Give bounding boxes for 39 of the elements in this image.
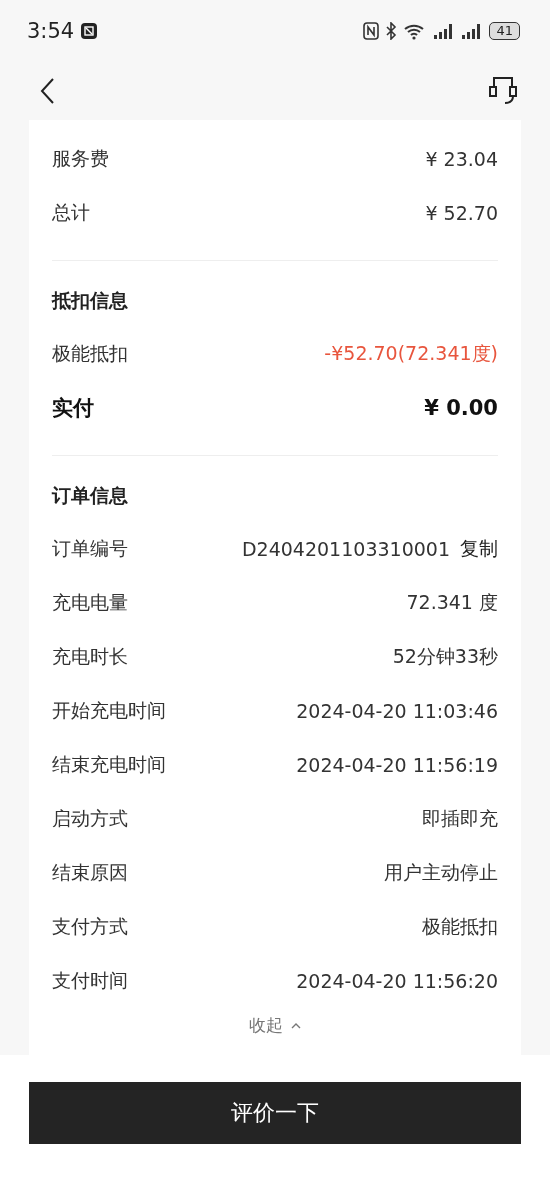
row-label: 总计 xyxy=(52,200,90,225)
section-title: 订单信息 xyxy=(52,483,129,508)
row-value: 极能抵扣 xyxy=(422,914,498,939)
row-value: ¥ 0.00 xyxy=(424,396,498,420)
row-label: 订单编号 xyxy=(52,536,128,561)
caret-icon xyxy=(291,1021,301,1030)
row-label: 支付时间 xyxy=(52,968,128,993)
row-label: 启动方式 xyxy=(52,806,128,831)
row-label: 实付 xyxy=(52,395,94,422)
row-label: 服务费 xyxy=(52,146,109,171)
row-value: 2024-04-20 11:56:19 xyxy=(296,754,498,776)
row-value: 2024-04-20 11:03:46 xyxy=(296,700,498,722)
row-value: ¥ 52.70 xyxy=(425,202,498,224)
row-value: ¥ 23.04 xyxy=(425,148,498,170)
row-label: 支付方式 xyxy=(52,914,128,939)
row-value: 即插即充 xyxy=(422,806,498,831)
row-value: 72.341 度 xyxy=(406,590,498,615)
review-button[interactable]: 评价一下 xyxy=(29,1082,521,1144)
headset-icon[interactable] xyxy=(488,75,518,107)
row-value: D2404201103310001 xyxy=(241,538,450,560)
row-label: 极能抵扣 xyxy=(52,341,128,366)
row-label: 开始充电时间 xyxy=(52,698,166,723)
section-title: 抵扣信息 xyxy=(52,288,129,313)
nfc-icon xyxy=(363,22,380,40)
app-notification-icon xyxy=(80,22,99,40)
back-icon[interactable] xyxy=(39,77,55,105)
collapse-link[interactable]: 收起 xyxy=(230,1014,320,1037)
row-label: 充电时长 xyxy=(52,644,128,669)
row-label: 充电电量 xyxy=(52,590,128,615)
row-value: 2024-04-20 11:56:20 xyxy=(296,970,498,992)
status-time: 3:54 xyxy=(27,19,75,43)
battery-level: 41 xyxy=(489,22,520,40)
row-label: 结束充电时间 xyxy=(52,752,166,777)
row-value: 用户主动停止 xyxy=(384,860,498,885)
row-value: -¥52.70(72.341度) xyxy=(324,341,498,366)
row-label: 结束原因 xyxy=(52,860,128,885)
row-value: 52分钟33秒 xyxy=(392,644,498,669)
bluetooth-icon xyxy=(385,22,398,40)
copy-link[interactable]: 复制 xyxy=(460,536,498,562)
